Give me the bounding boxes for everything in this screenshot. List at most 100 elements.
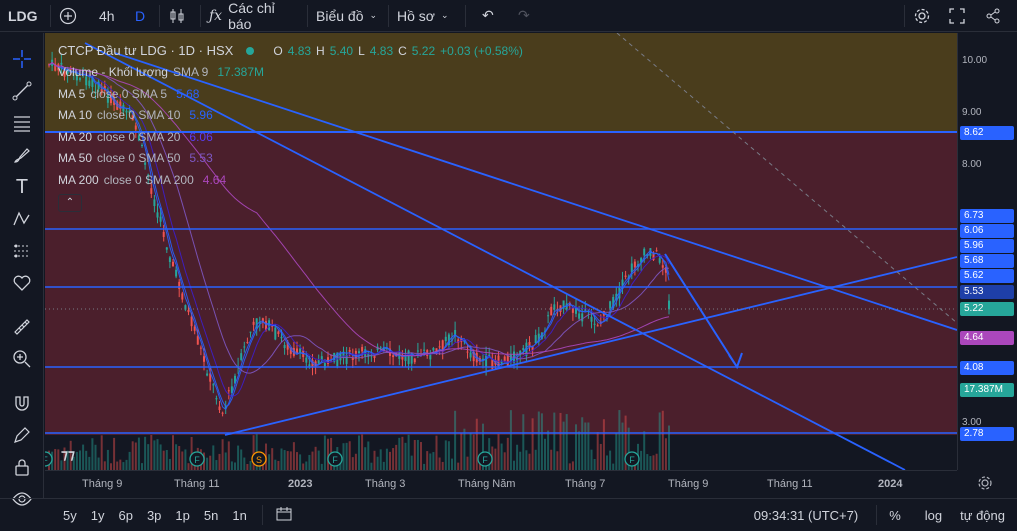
candle-body: [413, 358, 416, 363]
share-button[interactable]: [977, 0, 1017, 32]
ruler-icon: [14, 319, 30, 335]
volume-bar: [593, 458, 596, 470]
candle-body: [348, 350, 351, 352]
range-button[interactable]: 6p: [111, 508, 139, 523]
settings-button[interactable]: [905, 0, 941, 32]
price-tick: 10.00: [962, 55, 988, 66]
volume-bar: [106, 449, 109, 470]
volume-bar: [565, 414, 568, 470]
candle-body: [593, 323, 596, 325]
auto-scale-toggle[interactable]: tự động: [960, 508, 1005, 523]
volume-bar: [469, 432, 472, 470]
volume-bar: [243, 457, 246, 470]
candle-body: [668, 300, 670, 310]
time-tick: Tháng 11: [767, 478, 813, 490]
profile-menu-button[interactable]: Hồ sơ ⌄: [389, 0, 465, 32]
log-scale-toggle[interactable]: log: [925, 508, 942, 523]
indicator-row[interactable]: MA 5 close 0 SMA 5 5.68: [58, 83, 523, 105]
volume-bar: [292, 442, 295, 470]
pattern-tool[interactable]: [10, 207, 34, 231]
indicator-list: Volume - Khối lượng SMA 9 17.387M MA 5 close…: [58, 62, 523, 191]
range-button[interactable]: 5n: [197, 508, 225, 523]
fullscreen-button[interactable]: [941, 0, 977, 32]
volume-bar: [599, 443, 602, 470]
indicator-row[interactable]: MA 10 close 0 SMA 10 5.96: [58, 105, 523, 127]
volume-bar: [323, 435, 326, 470]
price-label: 8.62: [960, 126, 1014, 140]
undo-button[interactable]: ↶: [474, 0, 510, 32]
fullscreen-icon: [949, 7, 965, 24]
volume-bar: [113, 437, 116, 470]
lock-drawing-tool[interactable]: [10, 423, 34, 447]
event-marker[interactable]: F: [45, 451, 53, 467]
indicator-row[interactable]: MA 50 close 0 SMA 50 5.53: [58, 148, 523, 170]
volume-bar: [308, 454, 311, 470]
chart-pane[interactable]: F F S F F F ⁊⁊ CTCP Đầu tư LDG · 1D · HSX O 4.8…: [45, 33, 957, 470]
interval-button[interactable]: 4h: [91, 0, 127, 32]
range-button[interactable]: 5y: [56, 508, 84, 523]
time-axis[interactable]: Tháng 9 Tháng 11 2023 Tháng 3 Tháng Năm …: [45, 470, 957, 498]
lock-tool[interactable]: [10, 455, 34, 479]
clock-display[interactable]: 09:34:31 (UTC+7): [754, 508, 858, 523]
indicator-row[interactable]: Volume - Khối lượng SMA 9 17.387M: [58, 62, 523, 84]
price-label: 5.62: [960, 269, 1014, 283]
volume-bar: [240, 449, 243, 470]
compare-button[interactable]: [51, 0, 91, 32]
measure-tool[interactable]: [10, 315, 34, 339]
volume-bar: [460, 432, 463, 470]
volume-bar: [668, 425, 670, 470]
event-marker[interactable]: F: [477, 451, 493, 467]
zoom-tool[interactable]: [10, 347, 34, 371]
date-range-button[interactable]: [275, 506, 293, 525]
favorites-tool[interactable]: [10, 271, 34, 295]
text-tool[interactable]: T: [10, 175, 34, 199]
time-tick: 2023: [288, 478, 313, 490]
fib-tool[interactable]: [10, 111, 34, 135]
volume-bar: [649, 456, 652, 470]
symbol-label: LDG: [8, 7, 38, 24]
range-button[interactable]: 1y: [84, 508, 112, 523]
range-button[interactable]: 1n: [225, 508, 253, 523]
volume-bar: [128, 451, 131, 470]
percent-scale-toggle[interactable]: %: [889, 508, 901, 523]
candle-body: [215, 398, 218, 400]
volume-bar: [646, 454, 649, 470]
redo-button[interactable]: ↷: [510, 0, 546, 32]
price-axis[interactable]: 10.00 9.00 8.00 3.00 8.62 6.73 6.06 5.96…: [957, 33, 1017, 470]
indicator-row[interactable]: MA 200 close 0 SMA 200 4.64: [58, 169, 523, 191]
volume-bar: [209, 455, 212, 470]
event-marker[interactable]: F: [624, 451, 640, 467]
interval-d-button[interactable]: D: [127, 0, 159, 32]
chart-menu-button[interactable]: Biểu đồ ⌄: [308, 0, 388, 32]
brush-tool[interactable]: [10, 143, 34, 167]
collapse-legend-button[interactable]: ⌃: [58, 193, 82, 212]
crosshair-tool[interactable]: [10, 47, 34, 71]
volume-bar: [274, 459, 277, 470]
volume-bar: [550, 449, 553, 470]
volume-bar: [503, 452, 506, 470]
indicators-button[interactable]: ƒx Các chỉ báo: [201, 0, 307, 32]
pencil-lock-icon: [14, 427, 30, 443]
candle-body: [159, 216, 162, 222]
indicator-row[interactable]: MA 20 close 0 SMA 20 6.06: [58, 126, 523, 148]
event-marker[interactable]: F: [189, 451, 205, 467]
event-marker[interactable]: F: [327, 451, 343, 467]
price-label: 6.73: [960, 209, 1014, 223]
symbol-search[interactable]: LDG: [0, 0, 50, 32]
event-marker[interactable]: S: [251, 451, 267, 467]
magnet-tool[interactable]: [10, 391, 34, 415]
prediction-tool[interactable]: [10, 239, 34, 263]
axis-settings-button[interactable]: [976, 474, 994, 497]
volume-bar: [401, 436, 404, 470]
range-button[interactable]: 3p: [140, 508, 168, 523]
volume-bar: [379, 449, 382, 470]
volume-bar: [376, 456, 379, 470]
time-tick: Tháng 11: [174, 478, 220, 490]
volume-bar: [385, 448, 388, 470]
divider: [261, 505, 263, 525]
volume-bar: [584, 422, 587, 470]
candle-style-button[interactable]: [160, 0, 200, 32]
volume-bar: [513, 460, 515, 470]
trendline-tool[interactable]: [10, 79, 34, 103]
range-button[interactable]: 1p: [168, 508, 196, 523]
